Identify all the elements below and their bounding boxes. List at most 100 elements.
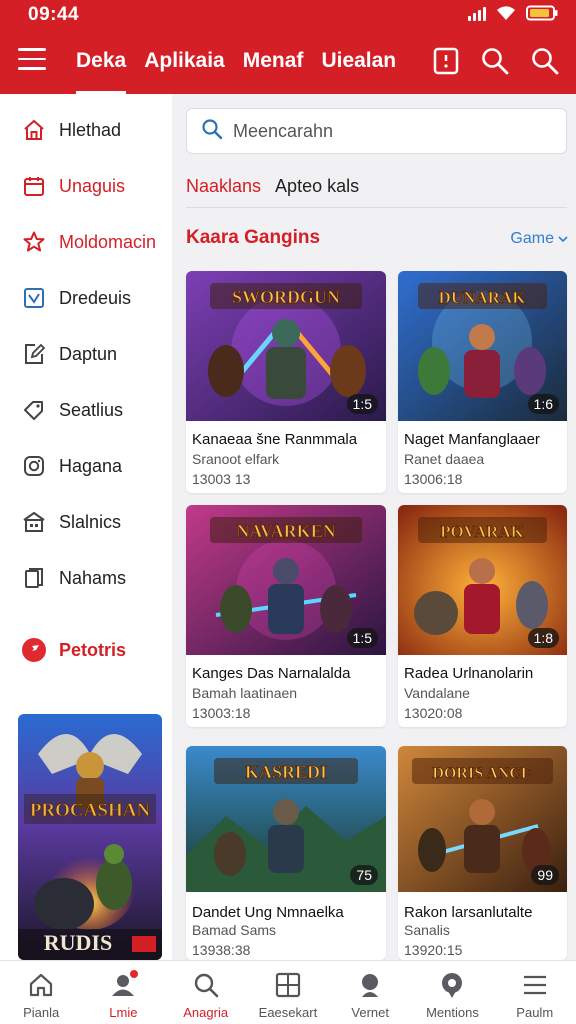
subtab-naaklans[interactable]: Naaklans xyxy=(186,176,261,207)
svg-text:RUDIS: RUDIS xyxy=(44,930,112,955)
svg-text:PROCASHAN: PROCASHAN xyxy=(30,800,151,821)
sidebar-item-dredeuis[interactable]: Dredeuis xyxy=(0,278,172,318)
sidebar-item-label: Hlethad xyxy=(59,119,122,140)
edit-icon xyxy=(21,341,47,367)
sub-tabs: Naaklans Apteo kals xyxy=(186,176,567,208)
home-icon xyxy=(27,971,55,999)
tab-uiealan[interactable]: Uiealan xyxy=(321,46,396,94)
nav-item-paulm[interactable]: Paulm xyxy=(494,961,576,1024)
sidebar-item-label: Slalnics xyxy=(59,511,122,532)
nav-item-vernet[interactable]: Vernet xyxy=(329,961,411,1024)
game-thumbnail: SWORDGUN 1:5 xyxy=(186,271,386,421)
nav-item-pianla[interactable]: Pianla xyxy=(0,961,82,1024)
search-input[interactable]: Meencarahn xyxy=(186,108,567,154)
game-thumbnail: DORIS ANCE 99 xyxy=(398,746,567,892)
card-art-title: NAVARKEN xyxy=(236,521,335,541)
store-icon xyxy=(21,509,47,535)
card-title: Naget Manfanglaaer xyxy=(404,431,540,448)
card-subtitle: Bamah laatinaen xyxy=(192,685,298,701)
sidebar: Hlethad Unaguis Moldomacin Dredeuis Dapt… xyxy=(0,94,172,960)
game-card[interactable]: DORIS ANCE 99 Rakon larsanlutalte Sanali… xyxy=(398,746,567,960)
game-thumbnail: NAVARKEN 1:5 xyxy=(186,505,386,655)
menu-icon xyxy=(521,971,549,999)
card-subtitle: Bamad Sams xyxy=(192,922,277,938)
search-icon[interactable] xyxy=(480,46,510,76)
card-date: 13003:18 xyxy=(192,705,251,721)
tag-icon xyxy=(21,397,47,423)
card-subtitle: Sranoot elfark xyxy=(192,451,280,467)
sidebar-item-label: Seatlius xyxy=(59,399,124,420)
sidebar-item-label: Nahams xyxy=(59,567,127,588)
nav-label: Vernet xyxy=(351,1005,389,1020)
card-subtitle: Vandalane xyxy=(404,685,470,701)
sidebar-item-slalnics[interactable]: Slalnics xyxy=(0,502,172,542)
status-icons xyxy=(468,5,558,21)
game-card[interactable]: DUNARAK 1:6 Naget Manfanglaaer Ranet daa… xyxy=(398,271,567,493)
nav-label: Mentions xyxy=(426,1005,479,1020)
card-date: 13006:18 xyxy=(404,471,463,487)
nav-item-eaesekart[interactable]: Eaesekart xyxy=(247,961,329,1024)
calendar-icon xyxy=(21,173,47,199)
section-title: Kaara Gangins xyxy=(186,227,321,248)
chat-icon xyxy=(356,971,384,999)
card-title: Radea Urlnanolarin xyxy=(404,665,534,682)
home-icon xyxy=(21,117,47,143)
game-card[interactable]: SWORDGUN 1:5 Kanaeaa šne Ranmmala Sranoo… xyxy=(186,271,386,493)
duration-badge: 99 xyxy=(531,865,559,885)
duration-badge: 75 xyxy=(350,865,378,885)
nav-label: Pianla xyxy=(23,1005,60,1020)
tab-aplikaia[interactable]: Aplikaia xyxy=(144,46,225,94)
hamburger-icon[interactable] xyxy=(18,48,46,74)
grid-icon xyxy=(274,971,302,999)
sidebar-item-moldomacin[interactable]: Moldomacin xyxy=(0,222,172,262)
top-app-bar: 09:44 Deka Aplikaia Menaf Uiealan xyxy=(0,0,576,94)
sidebar-item-nahams[interactable]: Nahams xyxy=(0,558,172,598)
nav-item-mentions[interactable]: Mentions xyxy=(411,961,493,1024)
card-title: Kanges Das Narnalalda xyxy=(192,665,351,682)
sidebar-item-hagana[interactable]: Hagana xyxy=(0,446,172,486)
sidebar-item-daptun[interactable]: Daptun xyxy=(0,334,172,374)
search-icon xyxy=(201,118,223,145)
sidebar-item-label: Daptun xyxy=(59,343,118,364)
bottom-navigation: Pianla Lmie Anagria Eaesekart Vernet Men… xyxy=(0,960,576,1024)
card-subtitle: Ranet daaea xyxy=(404,451,485,467)
tab-deka[interactable]: Deka xyxy=(76,46,127,94)
card-date: 13920:15 xyxy=(404,942,463,958)
search-placeholder: Meencarahn xyxy=(233,120,334,141)
nav-label: Anagria xyxy=(183,1005,229,1020)
sidebar-item-label: Hagana xyxy=(59,455,123,476)
sidebar-item-label: Unaguis xyxy=(59,175,126,196)
nav-item-lmie[interactable]: Lmie xyxy=(82,961,164,1024)
game-card[interactable]: KASREDI 75 Dandet Ung Nmnaelka Bamad Sam… xyxy=(186,746,386,960)
card-subtitle: Sanalis xyxy=(404,922,450,938)
sidebar-item-hlethad[interactable]: Hlethad xyxy=(0,110,172,150)
nav-label: Eaesekart xyxy=(258,1005,318,1020)
game-card[interactable]: POVARAK 1:8 Radea Urlnanolarin Vandalane… xyxy=(398,505,567,727)
card-date: 13003 13 xyxy=(192,471,251,487)
bookmark-icon[interactable] xyxy=(432,46,462,76)
game-thumbnail: POVARAK 1:8 xyxy=(398,505,567,655)
game-card[interactable]: NAVARKEN 1:5 Kanges Das Narnalalda Bamah… xyxy=(186,505,386,727)
nav-item-anagria[interactable]: Anagria xyxy=(165,961,247,1024)
section-more-link[interactable]: Game xyxy=(510,230,568,248)
card-date: 13938:38 xyxy=(192,942,251,958)
card-art-title: DUNARAK xyxy=(439,288,527,307)
chevron-down-icon xyxy=(558,236,568,243)
sidebar-item-seatlius[interactable]: Seatlius xyxy=(0,390,172,430)
card-art-title: KASREDI xyxy=(245,762,327,782)
location-icon xyxy=(438,971,466,999)
sidebar-item-unaguis[interactable]: Unaguis xyxy=(0,166,172,206)
search-icon[interactable] xyxy=(530,46,560,76)
promo-banner[interactable]: PROCASHAN RUDIS xyxy=(18,714,162,960)
wifi-icon xyxy=(496,5,516,21)
subtab-apteo-kals[interactable]: Apteo kals xyxy=(275,176,359,207)
nav-label: Lmie xyxy=(109,1005,138,1020)
duration-badge: 1:8 xyxy=(527,628,559,648)
sidebar-item-petotris[interactable]: Petotris xyxy=(0,630,172,670)
sidebar-item-label: Petotris xyxy=(59,639,127,660)
status-time: 09:44 xyxy=(28,4,80,25)
photo-icon xyxy=(21,285,47,311)
card-title: Kanaeaa šne Ranmmala xyxy=(192,431,358,448)
tab-menaf[interactable]: Menaf xyxy=(243,46,304,94)
search-icon xyxy=(192,971,220,999)
